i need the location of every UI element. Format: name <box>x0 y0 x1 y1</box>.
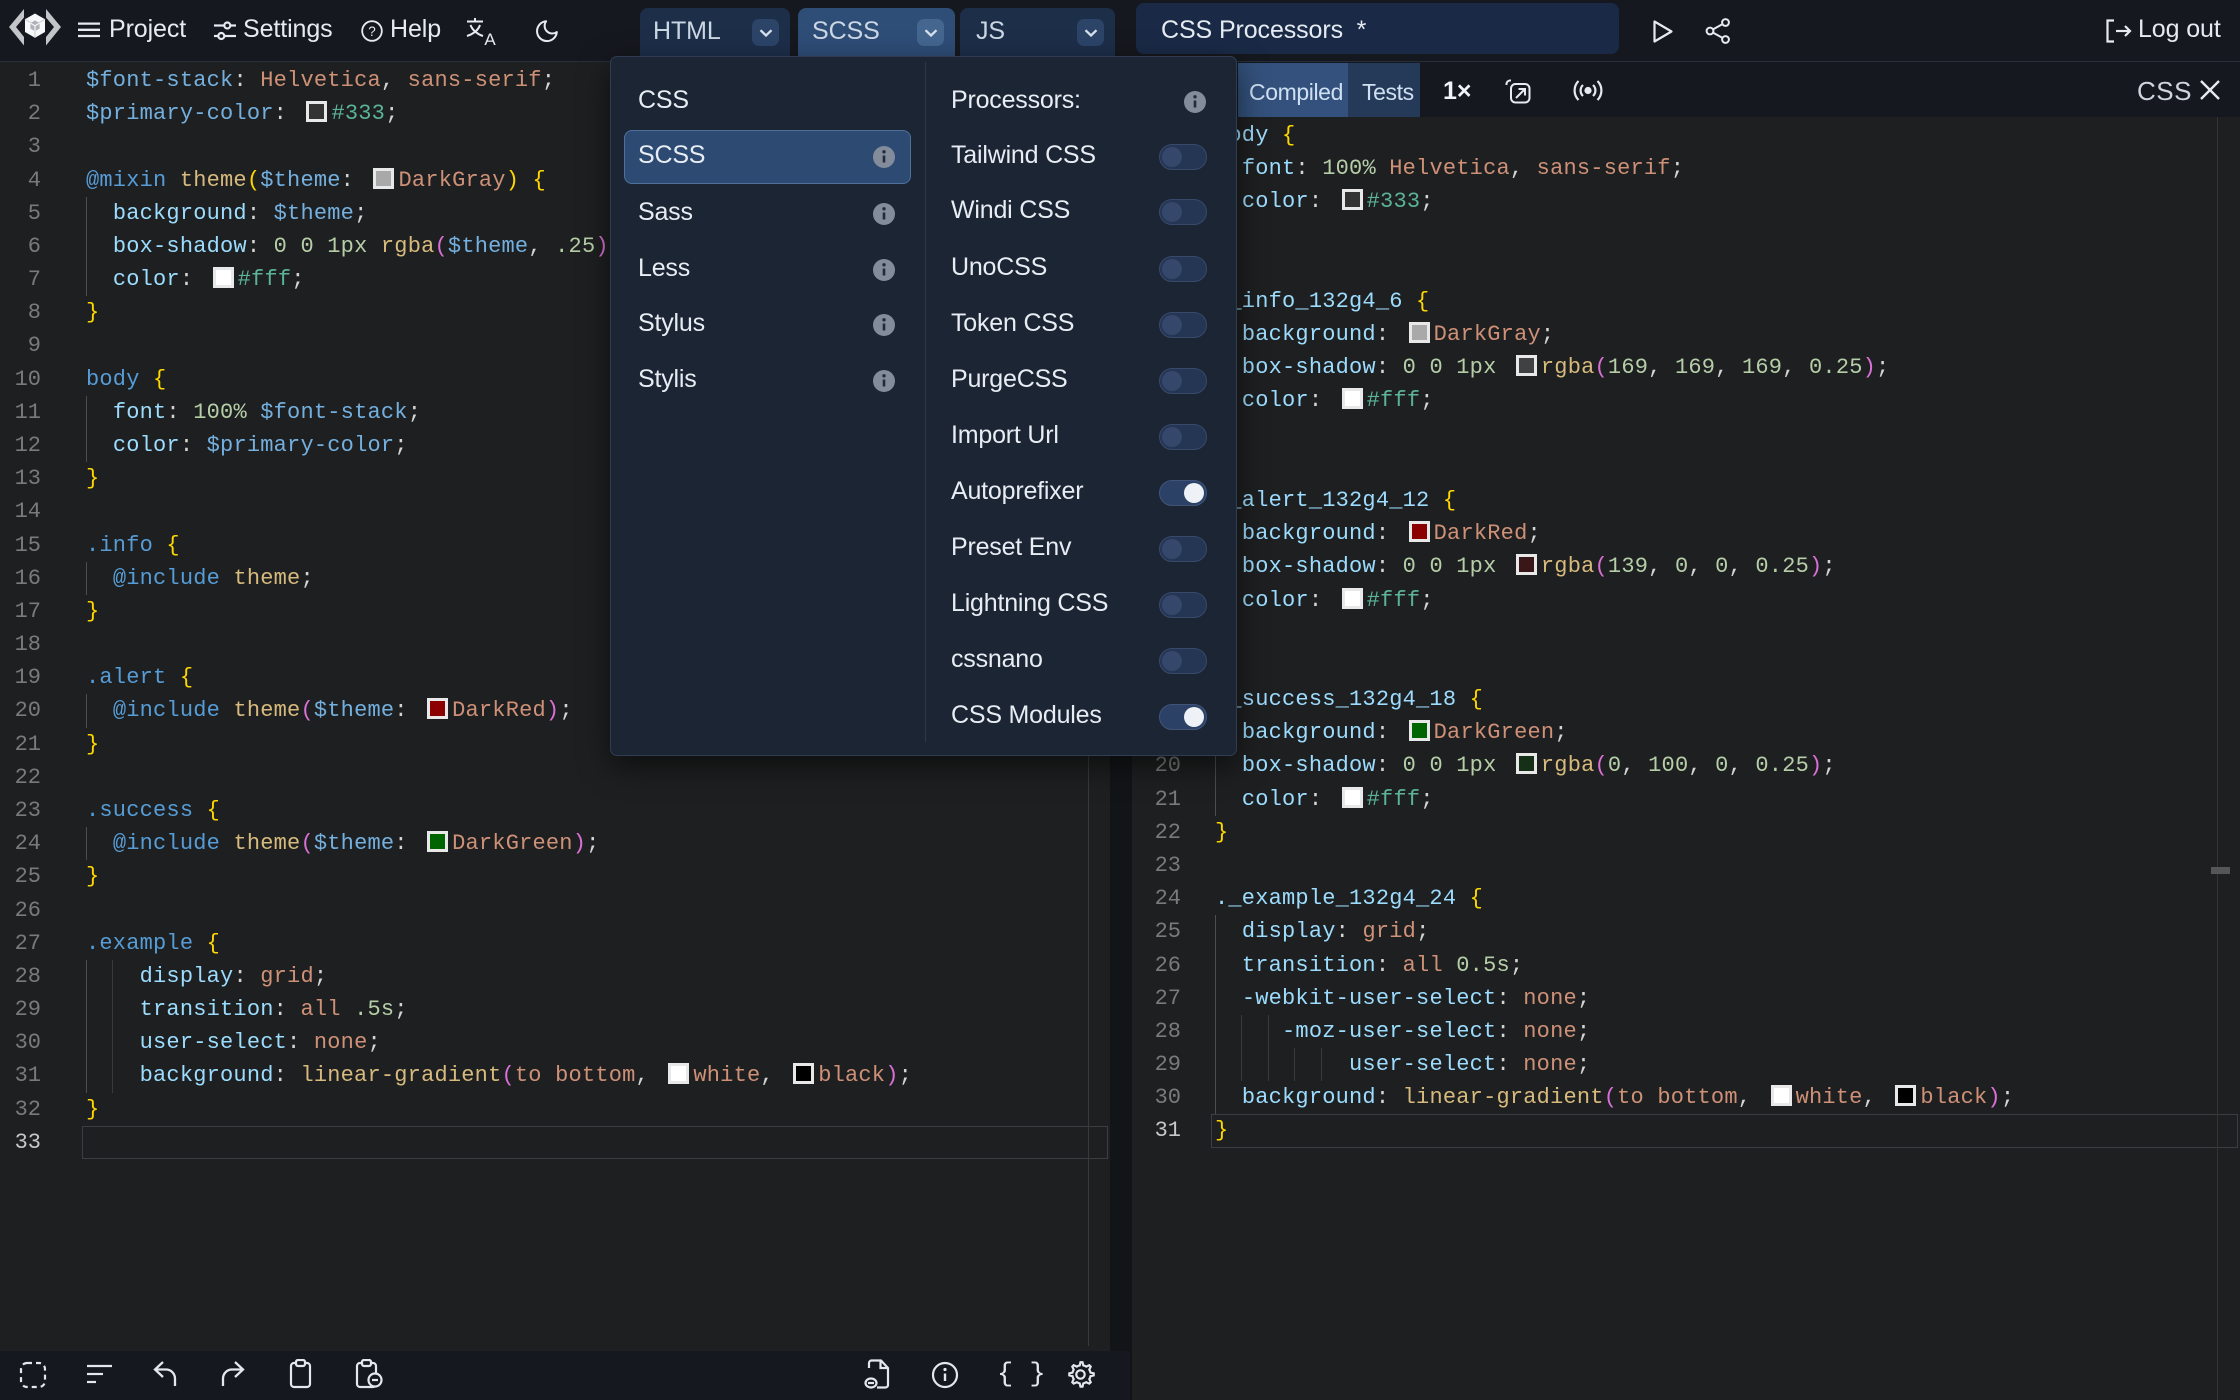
svg-text:?: ? <box>368 24 376 39</box>
svg-text:A: A <box>484 30 496 47</box>
